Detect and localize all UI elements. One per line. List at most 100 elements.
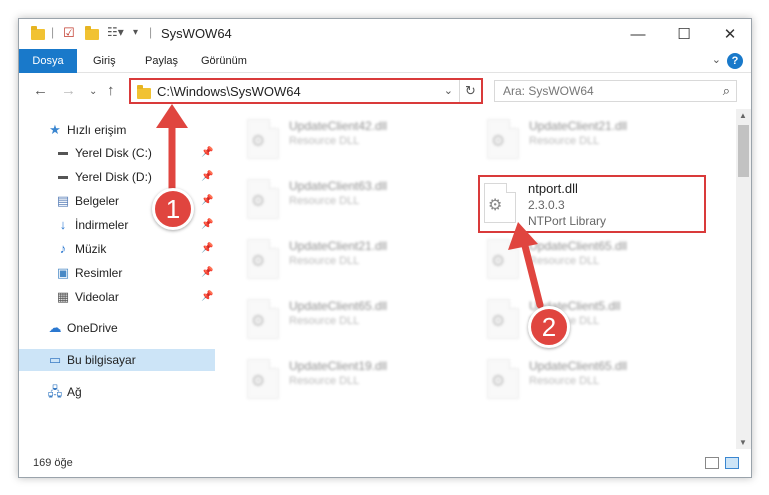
separator: | (51, 25, 55, 39)
tab-home[interactable]: Giriş (83, 49, 126, 73)
file-type: Resource DLL (529, 135, 600, 147)
file-item[interactable]: ⚙ UpdateClient5.dll Resource DLL (481, 293, 711, 343)
sidebar-item-label: Yerel Disk (C:) (75, 146, 152, 160)
documents-icon: ▤ (56, 193, 70, 208)
file-item[interactable]: ⚙ UpdateClient21.dll Resource DLL (481, 113, 711, 163)
sidebar-item-label: İndirmeler (75, 218, 129, 232)
recent-locations-icon[interactable]: ⌄ (89, 86, 97, 97)
chevron-down-icon[interactable]: ⌄ (712, 53, 721, 66)
drive-icon: ▬ (58, 147, 68, 158)
sidebar-item-music[interactable]: ♪ Müzik 📌 (19, 238, 215, 260)
separator: | (149, 25, 153, 39)
ribbon-tabs: Dosya Giriş Paylaş Görünüm ⌄ ? (19, 49, 751, 73)
file-item[interactable]: ⚙ UpdateClient19.dll Resource DLL (241, 353, 471, 403)
file-item-ntport[interactable]: ⚙ ntport.dll 2.3.0.3 NTPort Library (478, 175, 706, 233)
tab-view[interactable]: Görünüm (191, 49, 257, 73)
navigation-pane: ★ Hızlı erişim ▬ Yerel Disk (C:) 📌 ▬ Yer… (19, 109, 215, 439)
large-icons-view-icon[interactable] (725, 457, 739, 469)
pin-icon[interactable]: 📌 (201, 262, 213, 284)
file-name: UpdateClient65.dll (529, 359, 628, 373)
file-type: Resource DLL (289, 135, 360, 147)
back-arrow-icon[interactable]: ← (33, 82, 48, 99)
file-version: 2.3.0.3 (528, 198, 565, 212)
pin-icon[interactable]: 📌 (201, 142, 213, 164)
file-list: ⚙ UpdateClient42.dll Resource DLL ⚙ Upda… (219, 109, 737, 449)
file-name: UpdateClient19.dll (289, 359, 388, 373)
forward-arrow-icon[interactable]: → (61, 82, 76, 99)
address-bar[interactable]: C:\Windows\SysWOW64 ⌄ ↻ (129, 78, 483, 104)
file-item[interactable]: ⚙ UpdateClient42.dll Resource DLL (241, 113, 471, 163)
download-icon: ↓ (59, 217, 67, 232)
pin-icon[interactable]: 📌 (201, 214, 213, 236)
step-badge-2: 2 (528, 306, 570, 348)
sidebar-item-disk-c[interactable]: ▬ Yerel Disk (C:) 📌 (19, 142, 215, 164)
gear-icon: ⚙ (488, 197, 503, 214)
sidebar-item-label: Resimler (75, 266, 123, 280)
sidebar-item-videos[interactable]: ▦ Videolar 📌 (19, 286, 215, 308)
gear-icon: ⚙ (491, 253, 506, 270)
network-icon: 🖧 (47, 384, 63, 399)
cloud-icon: ☁ (48, 320, 62, 335)
sidebar-item-pictures[interactable]: ▣ Resimler 📌 (19, 262, 215, 284)
file-name: UpdateClient65.dll (529, 239, 628, 253)
customize-toolbar-icon[interactable]: ▾ (133, 27, 138, 45)
help-icon[interactable]: ? (727, 53, 743, 69)
gear-icon: ⚙ (491, 133, 506, 150)
sidebar-item-quick-access[interactable]: ★ Hızlı erişim (19, 119, 215, 141)
minimize-button[interactable]: — (615, 19, 661, 49)
file-name: UpdateClient21.dll (529, 119, 628, 133)
drive-icon: ▬ (58, 171, 68, 182)
refresh-icon[interactable]: ↻ (459, 80, 481, 102)
tab-file[interactable]: Dosya (19, 49, 77, 73)
scroll-down-icon[interactable]: ▼ (739, 438, 747, 447)
search-box[interactable]: Ara: SysWOW64 ⌕ (494, 80, 737, 102)
scroll-thumb[interactable] (738, 125, 749, 177)
close-button[interactable]: ✕ (707, 19, 751, 49)
sidebar-item-label: Müzik (75, 242, 107, 256)
scroll-up-icon[interactable]: ▲ (739, 111, 747, 120)
window-title: SysWOW64 (161, 26, 232, 41)
folder-icon (137, 85, 151, 99)
sidebar-item-network[interactable]: 🖧 Ağ (19, 381, 215, 403)
maximize-button[interactable]: ☐ (661, 19, 707, 49)
vertical-scrollbar[interactable]: ▲ ▼ (736, 109, 751, 449)
star-icon: ★ (49, 122, 61, 137)
video-icon: ▦ (56, 289, 70, 304)
address-path[interactable]: C:\Windows\SysWOW64 (157, 84, 301, 99)
properties-icon[interactable]: ☑ (63, 25, 75, 43)
tab-share[interactable]: Paylaş (135, 49, 188, 73)
pin-icon[interactable]: 📌 (201, 190, 213, 212)
file-item[interactable]: ⚙ UpdateClient63.dll Resource DLL (241, 173, 471, 223)
new-folder-icon[interactable] (85, 25, 99, 43)
item-count: 169 öğe (33, 457, 73, 469)
sidebar-item-label: Videolar (75, 290, 119, 304)
file-item[interactable]: ⚙ UpdateClient65.dll Resource DLL (481, 233, 711, 283)
pictures-icon: ▣ (56, 265, 70, 280)
file-type: Resource DLL (289, 375, 360, 387)
folder-icon[interactable] (31, 25, 45, 43)
details-view-icon[interactable] (705, 457, 719, 469)
file-name: UpdateClient42.dll (289, 119, 388, 133)
search-icon[interactable]: ⌕ (723, 83, 730, 99)
file-item[interactable]: ⚙ UpdateClient65.dll Resource DLL (481, 353, 711, 403)
sidebar-item-onedrive[interactable]: ☁ OneDrive (19, 317, 215, 339)
gear-icon: ⚙ (251, 313, 266, 330)
file-name: ntport.dll (528, 181, 578, 196)
file-type: Resource DLL (289, 195, 360, 207)
up-arrow-icon[interactable]: ↑ (107, 82, 115, 99)
pin-icon[interactable]: 📌 (201, 238, 213, 260)
file-item[interactable]: ⚙ UpdateClient65.dll Resource DLL (241, 293, 471, 343)
pin-icon[interactable]: 📌 (201, 286, 213, 308)
search-input[interactable]: Ara: SysWOW64 (503, 84, 594, 98)
file-name: UpdateClient21.dll (289, 239, 388, 253)
pin-icon[interactable]: 📌 (201, 166, 213, 188)
gear-icon: ⚙ (491, 313, 506, 330)
gear-icon: ⚙ (251, 253, 266, 270)
file-item[interactable]: ⚙ UpdateClient21.dll Resource DLL (241, 233, 471, 283)
view-options-icon[interactable]: ☷▾ (107, 25, 124, 43)
sidebar-item-this-pc[interactable]: ▭ Bu bilgisayar (19, 349, 215, 371)
sidebar-item-disk-d[interactable]: ▬ Yerel Disk (D:) 📌 (19, 166, 215, 188)
sidebar-item-label: Ağ (67, 385, 82, 399)
navigation-bar: ← → ⌄ ↑ C:\Windows\SysWOW64 ⌄ ↻ Ara: Sys… (19, 74, 751, 108)
chevron-down-icon[interactable]: ⌄ (444, 84, 453, 97)
